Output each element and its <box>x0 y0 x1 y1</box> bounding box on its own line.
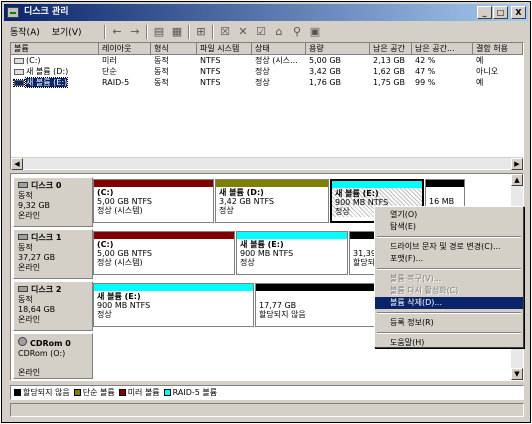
col-status[interactable]: 상태 <box>252 43 306 55</box>
legend-swatch-simple <box>73 389 81 396</box>
check-icon[interactable]: ☑ <box>254 25 268 39</box>
col-layout[interactable]: 레이아웃 <box>99 43 151 55</box>
drive-icon <box>14 68 24 75</box>
col-type[interactable]: 형식 <box>151 43 197 55</box>
menu-item-repair-volume: 볼륨 복구(V)... <box>390 274 442 283</box>
horizontal-scrollbar[interactable]: ◀ ▶ <box>11 157 523 170</box>
drive-icon <box>14 57 24 64</box>
view-icon[interactable]: ▣ <box>308 25 322 39</box>
disk-icon <box>18 182 28 188</box>
disk-1-label[interactable]: 디스크 1 동적 37,27 GB 온라인 <box>13 229 93 279</box>
col-capacity[interactable]: 용량 <box>306 43 370 55</box>
col-volume[interactable]: 볼륨 <box>11 43 99 55</box>
col-filesystem[interactable]: 파일 시스템 <box>197 43 252 55</box>
disk-icon <box>18 234 28 240</box>
menu-item-reactivate-volume: 볼륨 다시 활성화(C) <box>390 286 459 295</box>
cdrom-icon <box>18 337 27 346</box>
col-fault[interactable]: 결함 허용 <box>473 43 523 55</box>
disk-icon <box>18 286 28 292</box>
partition-c-disk0[interactable]: (C:) 5,00 GB NTFS 정상 (시스템) <box>93 179 214 223</box>
legend-swatch-mirror <box>118 389 126 396</box>
back-arrow-icon[interactable]: ← <box>110 25 124 39</box>
disk-management-icon <box>7 7 19 18</box>
partition-e-disk2[interactable]: 새 볼륨 (E:) 900 MB NTFS 정상 <box>93 283 254 327</box>
context-menu: 열기(O) 탐색(E) 드라이브 문자 및 경로 변경(C)... 포맷(F).… <box>374 206 524 348</box>
menu-item-format[interactable]: 포맷(F)... <box>375 253 523 265</box>
window-title: 디스크 관리 <box>24 7 69 17</box>
forward-arrow-icon[interactable]: → <box>128 25 142 39</box>
properties-icon[interactable]: ⊞ <box>194 25 208 39</box>
drive-icon <box>13 78 25 87</box>
partition-c-disk1[interactable]: (C:) 5,00 GB NTFS 정상 (시스템) <box>93 231 235 275</box>
menu-item-open[interactable]: 열기(O) <box>375 209 523 221</box>
help-icon[interactable]: ☒ <box>218 25 232 39</box>
delete-icon[interactable]: ✕ <box>236 25 250 39</box>
maximize-button[interactable]: □ <box>493 6 508 19</box>
legend-swatch-raid5 <box>163 389 171 396</box>
close-button[interactable]: X <box>511 6 526 19</box>
legend-swatch-unallocated <box>14 389 21 396</box>
title-bar[interactable]: 디스크 관리 _ □ X <box>4 4 528 21</box>
volume-list-header: 볼륨 레이아웃 형식 파일 시스템 상태 용량 남은 공간 남은 공간... 결… <box>11 43 523 55</box>
col-free[interactable]: 남은 공간 <box>370 43 412 55</box>
legend: 할당되지 않음 단순 볼륨 미러 볼륨 RAID-5 볼륨 <box>10 385 524 400</box>
up-level-icon[interactable]: ▤ <box>152 25 166 39</box>
menu-item-properties[interactable]: 등록 정보(R) <box>375 317 523 329</box>
show-tree-icon[interactable]: ▦ <box>170 25 184 39</box>
status-bar <box>10 403 524 417</box>
disk-0-label[interactable]: 디스크 0 동적 9,32 GB 온라인 <box>13 177 93 227</box>
col-free-pct[interactable]: 남은 공간... <box>412 43 473 55</box>
scroll-right-icon[interactable]: ▶ <box>511 158 523 170</box>
search-icon[interactable]: ⚲ <box>290 25 304 39</box>
menu-item-help[interactable]: 도움말(H) <box>375 337 523 349</box>
menu-item-explore[interactable]: 탐색(E) <box>375 221 523 233</box>
scroll-left-icon[interactable]: ◀ <box>11 158 23 170</box>
toolbar: ← → ▤ ▦ ⊞ ☒ ✕ ☑ ⌂ ⚲ ▣ <box>104 23 322 40</box>
menu-item-delete-volume[interactable]: 볼륨 삭제(D)... <box>375 297 523 309</box>
partition-e-disk1[interactable]: 새 볼륨 (E:) 900 MB NTFS 정상 <box>236 231 348 275</box>
minimize-button[interactable]: _ <box>477 6 492 19</box>
partition-d-disk0[interactable]: 새 볼륨 (D:) 3,42 GB NTFS 정상 <box>215 179 329 223</box>
disk-2-label[interactable]: 디스크 2 동적 18,64 GB 온라인 <box>13 281 93 331</box>
scroll-up-icon[interactable]: ▲ <box>511 174 523 186</box>
cdrom-0-label[interactable]: CDRom 0 CDRom (O:) 온라인 <box>13 333 93 379</box>
table-row-selected[interactable]: 새 볼륨 (E:) RAID-5 동적 NTFS 정상 1,76 GB 1,75… <box>11 77 523 88</box>
scroll-down-icon[interactable]: ▼ <box>511 368 523 380</box>
menu-view[interactable]: 보기(V) <box>52 25 82 38</box>
menu-action[interactable]: 동작(A) <box>10 25 40 38</box>
volume-list[interactable]: 볼륨 레이아웃 형식 파일 시스템 상태 용량 남은 공간 남은 공간... 결… <box>10 42 524 170</box>
open-folder-icon[interactable]: ⌂ <box>272 25 286 39</box>
disk-management-window: 디스크 관리 _ □ X 동작(A) 보기(V) ← → ▤ ▦ ⊞ ☒ ✕ ☑… <box>1 1 531 423</box>
table-row[interactable]: (C:) 미러 동적 NTFS 정상 (시스... 5,00 GB 2,13 G… <box>11 55 523 66</box>
table-row[interactable]: 새 볼륨 (D:) 단순 동적 NTFS 정상 3,42 GB 1,62 GB … <box>11 66 523 77</box>
menu-item-change-drive-letter[interactable]: 드라이브 문자 및 경로 변경(C)... <box>375 241 523 253</box>
